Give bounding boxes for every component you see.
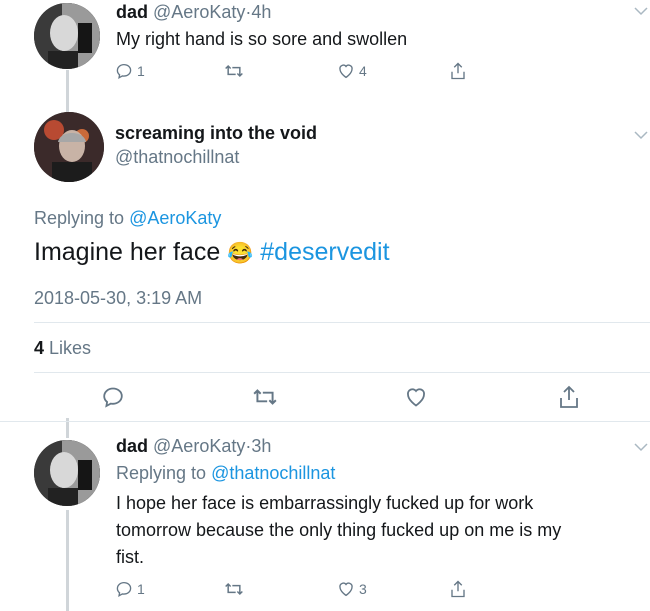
author-handle[interactable]: @AeroKaty — [153, 436, 245, 456]
author-name[interactable]: dad — [116, 2, 148, 22]
share-icon — [560, 385, 578, 408]
tweet-text: Imagine her face — [34, 238, 221, 266]
tweet-text-line: fist. — [116, 547, 145, 567]
emoji: 😂 — [227, 242, 254, 265]
author-handle[interactable]: @AeroKaty — [153, 2, 245, 22]
share-button[interactable] — [449, 579, 467, 599]
avatar[interactable] — [34, 440, 100, 506]
avatar[interactable] — [34, 3, 100, 69]
divider — [0, 421, 650, 422]
retweet-button[interactable] — [252, 386, 278, 408]
share-button[interactable] — [449, 61, 467, 81]
retweet-icon — [225, 64, 243, 78]
tweet-time[interactable]: 3h — [251, 436, 271, 456]
tweet-text: My right hand is so sore and swollen — [116, 29, 408, 49]
tweet-time[interactable]: 4h — [251, 2, 271, 22]
like-icon — [339, 64, 353, 79]
share-icon — [451, 62, 465, 80]
reply-button[interactable]: 1 — [115, 580, 145, 598]
like-icon — [339, 582, 353, 597]
reply-icon — [116, 63, 132, 80]
retweet-icon — [225, 582, 243, 596]
reply-button[interactable]: 1 — [115, 62, 145, 80]
reply-count: 1 — [137, 581, 145, 597]
replying-to-link[interactable]: @AeroKaty — [129, 208, 221, 228]
hashtag-link[interactable]: #deservedit — [260, 238, 389, 266]
thread-line-1 — [66, 70, 69, 112]
chevron-down-icon[interactable] — [634, 130, 648, 140]
chevron-down-icon[interactable] — [634, 6, 648, 16]
avatar[interactable] — [34, 112, 104, 182]
like-count: 4 — [359, 63, 367, 79]
retweet-button[interactable] — [224, 580, 244, 598]
replying-label: Replying to — [116, 463, 212, 483]
likes-count: 4 — [34, 338, 45, 358]
like-count: 3 — [359, 581, 367, 597]
tweet-text-line: tomorrow because the only thing fucked u… — [116, 520, 562, 540]
replying-label: Replying to — [34, 208, 130, 228]
reply-icon — [103, 387, 123, 408]
likes-label: Likes — [49, 338, 92, 358]
like-button[interactable]: 4 — [337, 62, 367, 80]
like-button[interactable]: 3 — [337, 580, 367, 598]
divider — [34, 322, 650, 323]
share-icon — [451, 580, 465, 598]
tweet-timestamp[interactable]: 2018-05-30, 3:19 AM — [34, 288, 202, 309]
author-handle[interactable]: @thatnochillnat — [115, 147, 239, 168]
chevron-down-icon[interactable] — [634, 442, 648, 452]
tweet-text-line: I hope her face is embarrassingly fucked… — [116, 493, 534, 513]
retweet-icon — [253, 389, 277, 405]
like-icon — [407, 388, 425, 407]
divider — [34, 372, 650, 373]
author-name[interactable]: dad — [116, 436, 148, 456]
likes-stat[interactable]: 4 Likes — [34, 338, 91, 359]
author-name[interactable]: screaming into the void — [115, 123, 317, 144]
reply-button[interactable] — [101, 385, 125, 409]
replying-to-link[interactable]: @thatnochillnat — [211, 463, 335, 483]
retweet-button[interactable] — [224, 62, 244, 80]
thread-line-3 — [66, 510, 69, 611]
share-button[interactable] — [557, 384, 581, 410]
tweet-text: I hope her face is embarrassingly fucked… — [116, 490, 561, 571]
like-button[interactable] — [404, 385, 428, 409]
reply-count: 1 — [137, 63, 145, 79]
reply-icon — [116, 581, 132, 598]
